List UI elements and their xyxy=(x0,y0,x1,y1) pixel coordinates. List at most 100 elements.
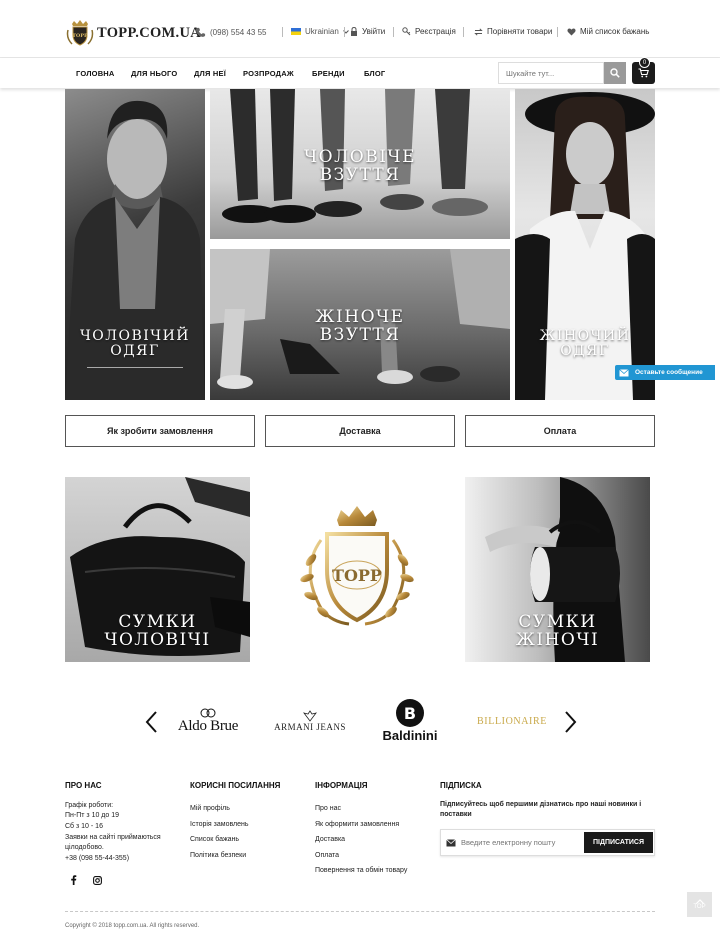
footer-link-security-policy[interactable]: Політика безпеки xyxy=(190,852,246,859)
cart-icon xyxy=(638,68,649,78)
delivery-button[interactable]: Доставка xyxy=(265,415,455,447)
armani-eagle-icon xyxy=(303,710,317,722)
phone-text: (098) 554 43 55 xyxy=(210,28,267,37)
phone-number[interactable]: (098) 554 43 55 xyxy=(195,27,267,38)
footer-link-how-to-order[interactable]: Як оформити замовлення xyxy=(315,821,399,828)
nav-item-blog[interactable]: Блог xyxy=(364,69,385,78)
footer-link-wishlist[interactable]: Список бажань xyxy=(190,836,239,843)
banner-mens-shoes[interactable]: Чоловіче взуття xyxy=(210,89,510,239)
back-to-top-label: TOP xyxy=(693,904,706,910)
footer-about-line: Заявки на сайті приймаються xyxy=(65,834,161,841)
banner-womens-bags[interactable]: Сумки жіночі xyxy=(465,477,650,662)
footer-divider xyxy=(65,911,655,912)
footer-useful-title: Корисні посилання xyxy=(190,781,281,790)
brand-baldinini[interactable]: B Baldinini xyxy=(373,694,447,746)
heart-icon xyxy=(567,27,576,35)
leave-message-label: Оставьте сообщение xyxy=(635,369,703,376)
instagram-icon[interactable] xyxy=(93,876,102,885)
footer-about-line: цілодобово. xyxy=(65,844,104,851)
nav-item-for-him[interactable]: Для нього xyxy=(131,69,177,78)
language-selector[interactable]: Ukrainian xyxy=(291,27,349,36)
footer-about-line: Графік роботи: xyxy=(65,802,114,809)
main-nav: Головна Для нього Для неї Розпродаж Брен… xyxy=(0,57,720,88)
compare-label: Порівняти товари xyxy=(487,27,553,36)
brand-aldo-brue[interactable]: Aldo Brue xyxy=(172,697,244,745)
brand-armani-jeans[interactable]: ARMANI JEANS xyxy=(272,697,348,745)
brand-name: Aldo Brue xyxy=(177,717,239,734)
compare-link[interactable]: Порівняти товари xyxy=(474,27,552,36)
banner-label: Сумки жіночі xyxy=(465,613,650,650)
envelope-icon xyxy=(446,839,456,847)
subscribe-button[interactable]: Підписатися xyxy=(584,832,653,853)
baldinini-monogram-icon: B xyxy=(396,698,424,727)
banner-label: Чоловічий одяг xyxy=(65,329,205,358)
divider xyxy=(557,27,558,37)
cart-button[interactable]: 0 xyxy=(632,57,655,84)
wishlist-link[interactable]: Мій список бажань xyxy=(567,27,649,36)
envelope-icon xyxy=(619,368,629,376)
banner-womens-shoes[interactable]: Жіноче взуття xyxy=(210,249,510,400)
banner-label-line: одяг xyxy=(560,342,610,359)
crest-text: TOPP xyxy=(332,566,382,585)
aldo-brue-rings-icon xyxy=(200,708,216,717)
subscribe-description: Підписуйтесь щоб першими дізнатись про н… xyxy=(440,801,642,818)
payment-button[interactable]: Оплата xyxy=(465,415,655,447)
how-to-order-button[interactable]: Як зробити замовлення xyxy=(65,415,255,447)
copyright-text: Copyright © 2018 topp.com.ua. All rights… xyxy=(65,923,200,929)
banner-label: Жіночий одяг xyxy=(515,329,655,358)
nav-item-brands[interactable]: Бренди xyxy=(312,69,345,78)
banner-label: Чоловіче взуття xyxy=(210,148,510,185)
center-logo-crest: TOPP xyxy=(287,500,427,640)
footer-about-line: Пн-Пт з 10 до 19 xyxy=(65,812,120,819)
back-to-top-button[interactable]: TOP xyxy=(687,892,712,917)
login-label: Увійти xyxy=(362,27,386,36)
footer-link-order-history[interactable]: Історія замовлень xyxy=(190,821,249,828)
search-input[interactable] xyxy=(498,62,604,84)
divider xyxy=(463,27,464,37)
login-link[interactable]: Увійти xyxy=(350,27,385,36)
subscribe-form: Підписатися xyxy=(440,829,655,856)
banner-womens-clothing[interactable]: Жіночий одяг xyxy=(515,89,655,400)
banner-mens-clothing[interactable]: Чоловічий одяг xyxy=(65,89,205,400)
nav-item-for-her[interactable]: Для неї xyxy=(194,69,226,78)
banner-label-line: чоловічі xyxy=(104,629,211,650)
footer-link-delivery[interactable]: Доставка xyxy=(315,836,345,843)
svg-text:TOPP: TOPP xyxy=(72,33,88,39)
nav-item-home[interactable]: Головна xyxy=(76,69,115,78)
footer-link-about[interactable]: Про нас xyxy=(315,805,341,812)
compare-icon xyxy=(474,27,483,36)
banner-label-line: жіночі xyxy=(515,629,600,650)
banner-label-line: взуття xyxy=(319,324,401,345)
crest-icon: TOPP xyxy=(66,20,94,46)
phone-icon xyxy=(195,27,206,37)
facebook-icon[interactable] xyxy=(70,875,77,885)
subscribe-email-input[interactable] xyxy=(461,830,581,855)
lock-icon xyxy=(351,27,357,36)
brand-billionaire[interactable]: BILLIONAIRE xyxy=(475,697,549,745)
banner-label-line: Чоловічий xyxy=(79,328,191,344)
banner-label-line: взуття xyxy=(319,164,401,185)
footer-about-line: Сб з 10 - 16 xyxy=(65,823,103,830)
brands-prev-arrow-icon[interactable] xyxy=(144,710,160,734)
footer-link-returns[interactable]: Повернення та обмін товару xyxy=(315,867,407,874)
footer-phone[interactable]: +38 (098 55-44-355) xyxy=(65,854,129,865)
footer-link-payment[interactable]: Оплата xyxy=(315,852,339,859)
logo-text: TOPP.COM.UA xyxy=(97,24,201,41)
banner-label-line: одяг xyxy=(110,342,160,359)
register-link[interactable]: Реєстрація xyxy=(402,27,456,36)
search-button[interactable] xyxy=(604,62,626,84)
banner-label: Жіноче взуття xyxy=(210,308,510,345)
banner-underline xyxy=(87,367,183,368)
leave-message-widget[interactable]: Оставьте сообщение xyxy=(615,365,715,380)
footer-info-title: Інформація xyxy=(315,781,368,790)
language-label: Ukrainian xyxy=(305,27,339,36)
site-logo[interactable]: TOPP TOPP.COM.UA xyxy=(66,20,201,46)
banner-mens-bags[interactable]: Сумки чоловічі xyxy=(65,477,250,662)
brands-next-arrow-icon[interactable] xyxy=(562,710,578,734)
svg-text:B: B xyxy=(404,704,416,723)
footer-link-profile[interactable]: Мій профіль xyxy=(190,805,230,812)
nav-item-sale[interactable]: Розпродаж xyxy=(243,69,294,78)
key-icon xyxy=(402,27,411,36)
brand-name: ARMANI JEANS xyxy=(274,722,346,732)
brand-name: BILLIONAIRE xyxy=(477,715,547,727)
